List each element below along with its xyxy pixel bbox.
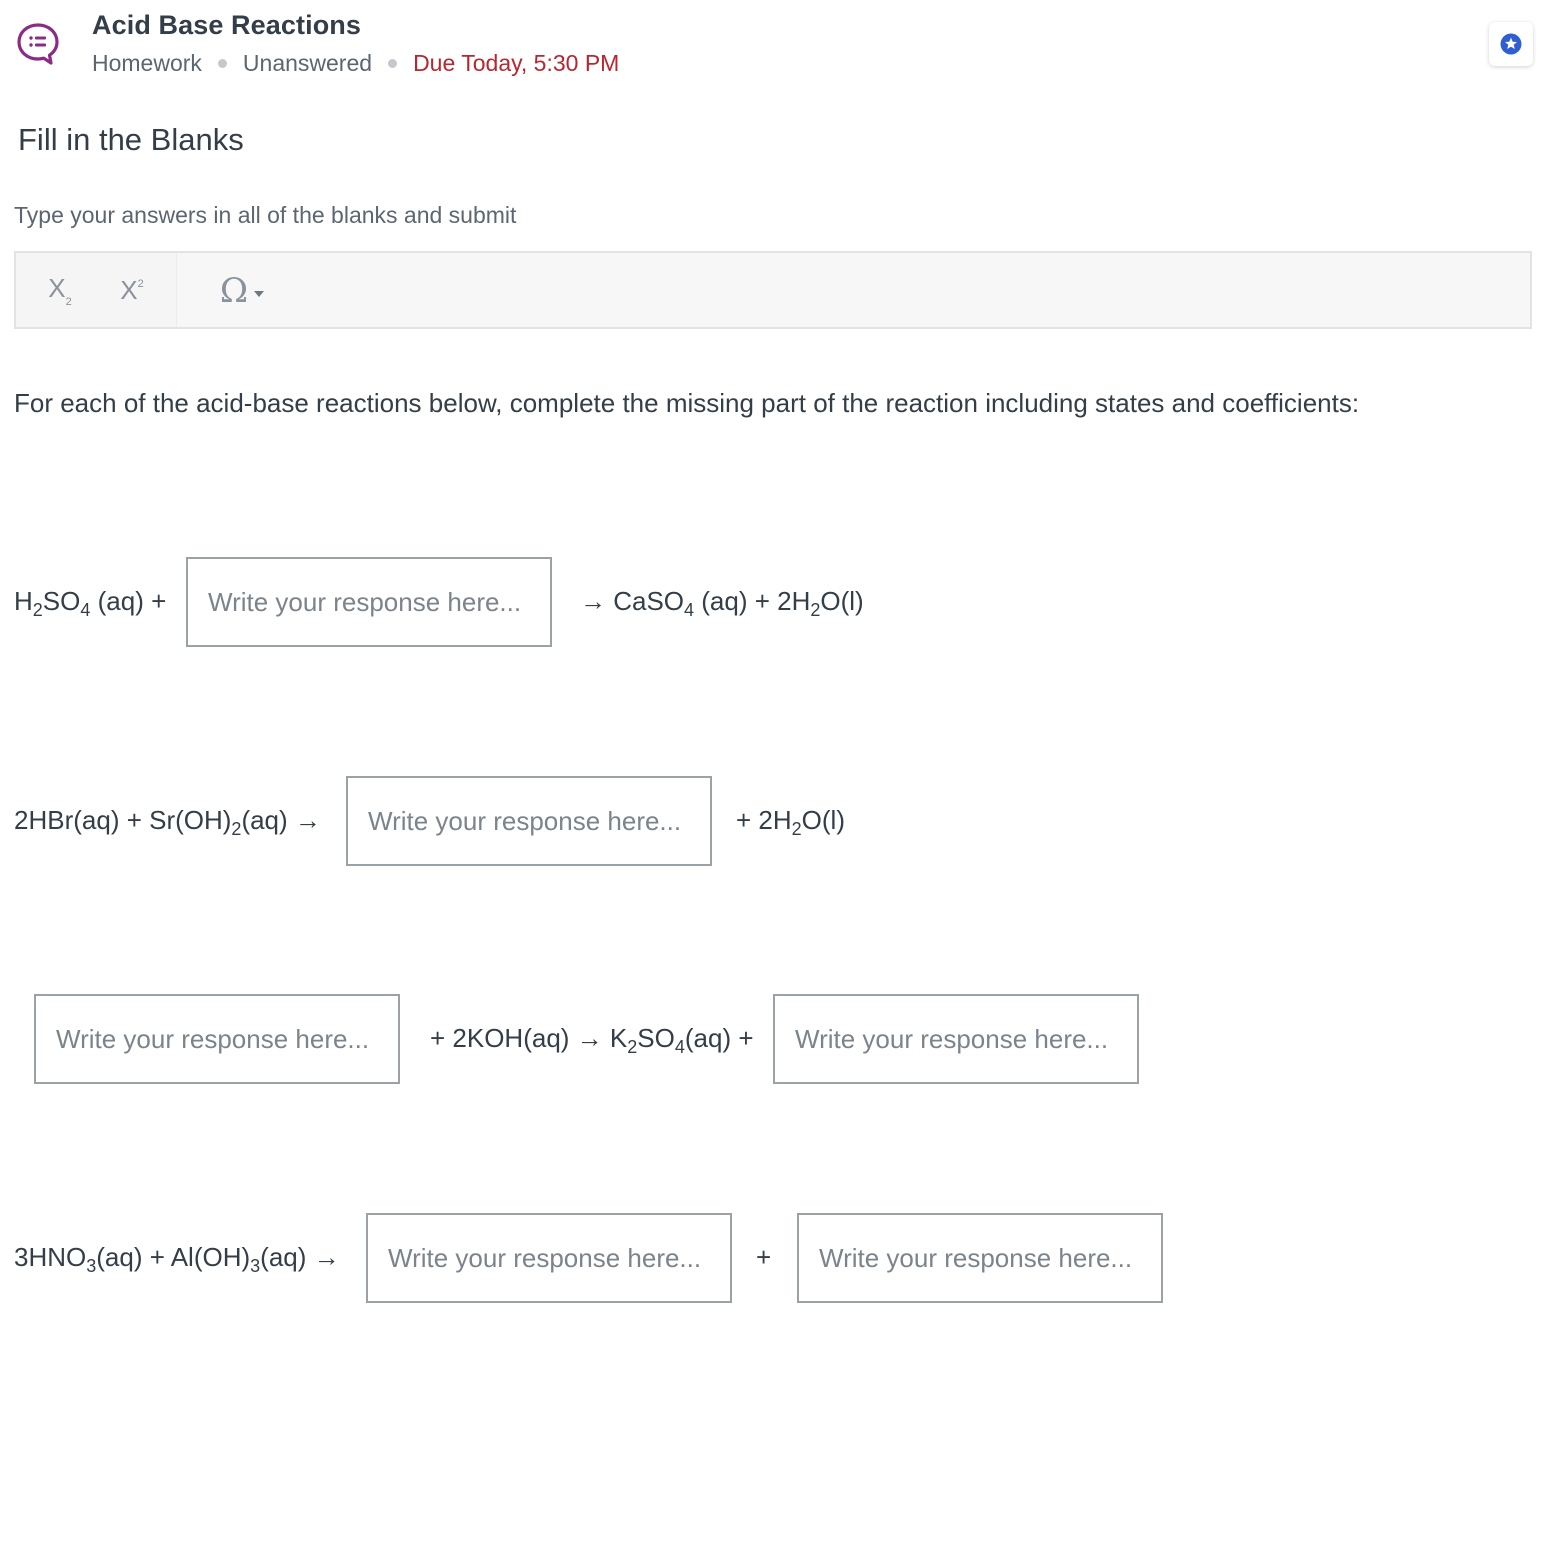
formatting-toolbar: X2 X2 Ω xyxy=(14,251,1532,329)
favorite-button[interactable] xyxy=(1489,22,1533,66)
toolbar-tools: X2 X2 xyxy=(16,253,176,327)
equation-3-middle: + 2KOH(aq) → K2SO4(aq) + xyxy=(430,1023,754,1057)
answer-status: Unanswered xyxy=(242,50,373,76)
chat-list-icon xyxy=(17,23,59,65)
subscript-button[interactable]: X2 xyxy=(30,273,90,308)
response-blank-4[interactable] xyxy=(773,994,1139,1084)
caret-down-icon xyxy=(254,291,265,297)
response-blank-3[interactable] xyxy=(34,994,400,1084)
equation-1-left: H2SO4 (aq) + xyxy=(14,586,167,620)
assignment-type: Homework xyxy=(92,50,202,76)
superscript-icon: X2 xyxy=(120,274,144,305)
equation-1-right: → CaSO4 (aq) + 2H2O(l) xyxy=(580,586,864,620)
star-icon xyxy=(1500,33,1522,55)
equation-4-plus: + xyxy=(756,1242,772,1272)
response-blank-5[interactable] xyxy=(366,1213,732,1303)
due-date: Due Today, 5:30 PM xyxy=(413,50,620,76)
question-prompt: For each of the acid-base reactions belo… xyxy=(14,388,1360,418)
response-blank-6[interactable] xyxy=(797,1213,1163,1303)
omega-icon: Ω xyxy=(219,271,249,311)
response-blank-1[interactable] xyxy=(186,557,552,647)
assignment-meta: Homework Unanswered Due Today, 5:30 PM xyxy=(92,50,619,77)
page: Acid Base Reactions Homework Unanswered … xyxy=(0,0,1566,1549)
superscript-button[interactable]: X2 xyxy=(102,275,162,306)
equation-4-left: 3HNO3(aq) + Al(OH)3(aq) → xyxy=(14,1242,340,1276)
question-type-title: Fill in the Blanks xyxy=(18,122,244,157)
assignment-title: Acid Base Reactions xyxy=(92,10,361,40)
toolbar-empty-area xyxy=(176,253,1530,327)
separator-dot xyxy=(217,59,227,68)
instructions: Type your answers in all of the blanks a… xyxy=(14,202,517,228)
special-characters-button[interactable]: Ω xyxy=(212,267,272,315)
equation-2-right: + 2H2O(l) xyxy=(736,805,845,839)
response-blank-2[interactable] xyxy=(346,776,712,866)
separator-dot xyxy=(388,59,398,68)
subscript-icon: X2 xyxy=(48,272,72,308)
equation-2-left: 2HBr(aq) + Sr(OH)2(aq) → xyxy=(14,805,321,839)
